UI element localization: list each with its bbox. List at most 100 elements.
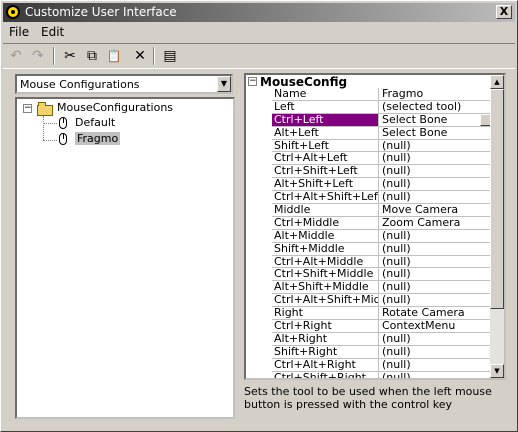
grid-row-name: Alt+Right bbox=[272, 332, 379, 345]
grid-row-name: Ctrl+Middle bbox=[272, 216, 379, 229]
tree-connector bbox=[43, 116, 44, 140]
scroll-thumb[interactable] bbox=[490, 89, 504, 309]
grid-row[interactable]: Shift+Left (null) bbox=[272, 139, 492, 153]
grid-row-name: Left bbox=[272, 100, 379, 113]
grid-row-name: Ctrl+Right bbox=[272, 320, 379, 332]
grid-row-value[interactable]: (null) bbox=[380, 230, 492, 242]
grid-row-name: Middle bbox=[272, 204, 379, 216]
grid-row-value[interactable]: (null) bbox=[380, 268, 492, 280]
grid-row-value[interactable]: ContextMenu bbox=[380, 320, 492, 332]
grid-row-name: Ctrl+Shift+Right bbox=[272, 371, 379, 378]
grid-row-value[interactable]: (selected tool) bbox=[380, 101, 492, 113]
grid-row[interactable]: Alt+Middle (null) bbox=[272, 229, 492, 243]
collapse-icon[interactable]: − bbox=[23, 104, 32, 113]
grid-row[interactable]: Left (selected tool) bbox=[272, 100, 492, 114]
grid-row-name: Alt+Shift+Middle bbox=[272, 281, 379, 294]
grid-row-value[interactable]: (null) bbox=[380, 140, 492, 152]
grid-section-title: MouseConfig bbox=[260, 75, 348, 89]
grid-row[interactable]: Shift+Middle (null) bbox=[272, 242, 492, 256]
grid-row-value[interactable]: (null) bbox=[380, 165, 492, 177]
copy-icon[interactable]: ⧉ bbox=[83, 47, 101, 65]
tree-connector bbox=[43, 140, 57, 141]
config-select[interactable]: Mouse Configurations ▼ bbox=[15, 74, 233, 94]
undo-icon[interactable]: ↶ bbox=[7, 47, 25, 65]
grid-row[interactable]: Name Fragmo bbox=[272, 88, 492, 101]
grid-row-name: Alt+Shift+Left bbox=[272, 178, 379, 191]
grid-row-value[interactable]: (null) bbox=[380, 359, 492, 371]
grid-row[interactable]: Ctrl+Alt+Middle (null) bbox=[272, 255, 492, 269]
customize-ui-window: Customize User Interface X File Edit ↶ ↷… bbox=[0, 0, 518, 432]
menu-bar: File Edit bbox=[3, 23, 515, 41]
window-title: Customize User Interface bbox=[25, 5, 177, 19]
grid-row-name: Shift+Left bbox=[272, 139, 379, 152]
grid-row[interactable]: Ctrl+Shift+Left (null) bbox=[272, 165, 492, 179]
menu-edit[interactable]: Edit bbox=[41, 25, 64, 39]
grid-row[interactable]: Alt+Left Select Bone bbox=[272, 126, 492, 140]
property-description: Sets the tool to be used when the left m… bbox=[244, 385, 492, 411]
grid-row-name: Ctrl+Alt+Middle bbox=[272, 255, 379, 268]
grid-row-name: Shift+Right bbox=[272, 345, 379, 358]
grid-row-name: Alt+Left bbox=[272, 126, 379, 139]
grid-row-value[interactable]: Rotate Camera bbox=[380, 307, 492, 319]
menu-file[interactable]: File bbox=[9, 25, 29, 39]
grid-row-name: Ctrl+Left bbox=[272, 113, 379, 126]
grid-row[interactable]: Ctrl+Middle Zoom Camera bbox=[272, 216, 492, 230]
grid-rows: Name Fragmo Left (selected tool) Ctrl+Left Se… bbox=[272, 88, 492, 378]
tree-item-label: Fragmo bbox=[75, 132, 121, 145]
tree-item-root[interactable]: MouseConfigurations bbox=[57, 101, 173, 116]
grid-row[interactable]: Alt+Shift+Middle (null) bbox=[272, 281, 492, 295]
grid-row-name: Ctrl+Shift+Middle bbox=[272, 268, 379, 281]
grid-row-value[interactable]: (null) bbox=[380, 152, 492, 164]
grid-row-name: Ctrl+Alt+Left bbox=[272, 152, 379, 165]
delete-icon[interactable]: ✕ bbox=[131, 47, 149, 65]
collapse-icon[interactable]: − bbox=[248, 77, 257, 86]
grid-row-name: Ctrl+Shift+Left bbox=[272, 165, 379, 178]
grid-row[interactable]: Right Rotate Camera bbox=[272, 307, 492, 321]
grid-row-value[interactable]: (null) bbox=[380, 333, 492, 345]
grid-row-name: Shift+Middle bbox=[272, 242, 379, 255]
grid-row-value[interactable]: Move Camera bbox=[380, 204, 492, 216]
properties-icon[interactable]: ▤ bbox=[161, 47, 179, 65]
grid-row-value[interactable]: Fragmo bbox=[380, 88, 492, 100]
grid-row-value[interactable]: (null) bbox=[380, 294, 492, 306]
redo-icon[interactable]: ↷ bbox=[29, 47, 47, 65]
grid-row-value[interactable]: (null) bbox=[380, 372, 492, 378]
tree-root-label: MouseConfigurations bbox=[57, 101, 174, 114]
grid-row[interactable]: Ctrl+Alt+Left (null) bbox=[272, 152, 492, 166]
grid-scrollbar[interactable]: ▲ ▼ bbox=[490, 75, 504, 378]
cut-icon[interactable]: ✂ bbox=[61, 47, 79, 65]
grid-row[interactable]: Ctrl+Alt+Shift+Middle(null) bbox=[272, 294, 492, 308]
tree-item-label: Default bbox=[75, 116, 116, 129]
grid-row-value[interactable]: (null) bbox=[380, 256, 492, 268]
grid-row-value[interactable]: (null) bbox=[380, 178, 492, 190]
paste-icon[interactable]: 📋 bbox=[105, 47, 123, 65]
grid-row-value[interactable]: Select Bone bbox=[380, 114, 492, 126]
grid-row-value[interactable]: (null) bbox=[380, 346, 492, 358]
grid-row[interactable]: Ctrl+Shift+Middle (null) bbox=[272, 268, 492, 282]
grid-row[interactable]: Middle Move Camera bbox=[272, 204, 492, 217]
grid-row[interactable]: Shift+Right (null) bbox=[272, 345, 492, 359]
config-tree[interactable]: − MouseConfigurations Default Fragmo bbox=[15, 97, 235, 419]
grid-row-value[interactable]: Select Bone bbox=[380, 127, 492, 139]
config-select-value: Mouse Configurations bbox=[20, 78, 140, 91]
close-button[interactable]: X bbox=[496, 5, 512, 19]
chevron-down-icon[interactable]: ▼ bbox=[217, 76, 231, 92]
scroll-up-button[interactable]: ▲ bbox=[490, 75, 504, 89]
grid-row-value[interactable]: Zoom Camera bbox=[380, 217, 492, 229]
grid-row-value[interactable]: (null) bbox=[380, 281, 492, 293]
tree-connector bbox=[43, 123, 57, 124]
property-grid[interactable]: − MouseConfig Name Fragmo Left (selected to… bbox=[244, 73, 506, 380]
grid-row[interactable]: Alt+Right (null) bbox=[272, 332, 492, 346]
grid-section-header[interactable]: − MouseConfig bbox=[246, 75, 492, 89]
grid-row[interactable]: Ctrl+Alt+Right (null) bbox=[272, 358, 492, 372]
title-bar[interactable]: Customize User Interface X bbox=[3, 3, 515, 22]
grid-row-value[interactable]: (null) bbox=[380, 243, 492, 255]
grid-row[interactable]: Ctrl+Right ContextMenu bbox=[272, 320, 492, 333]
grid-row[interactable]: Ctrl+Left Select Bone bbox=[272, 113, 492, 127]
grid-row-value[interactable]: (null) bbox=[380, 191, 492, 203]
scroll-down-button[interactable]: ▼ bbox=[490, 364, 504, 378]
grid-row[interactable]: Ctrl+Alt+Shift+Left (null) bbox=[272, 191, 492, 205]
grid-row[interactable]: Ctrl+Shift+Right (null) bbox=[272, 371, 492, 378]
grid-row[interactable]: Alt+Shift+Left (null) bbox=[272, 178, 492, 192]
toolbar-separator bbox=[153, 47, 155, 65]
